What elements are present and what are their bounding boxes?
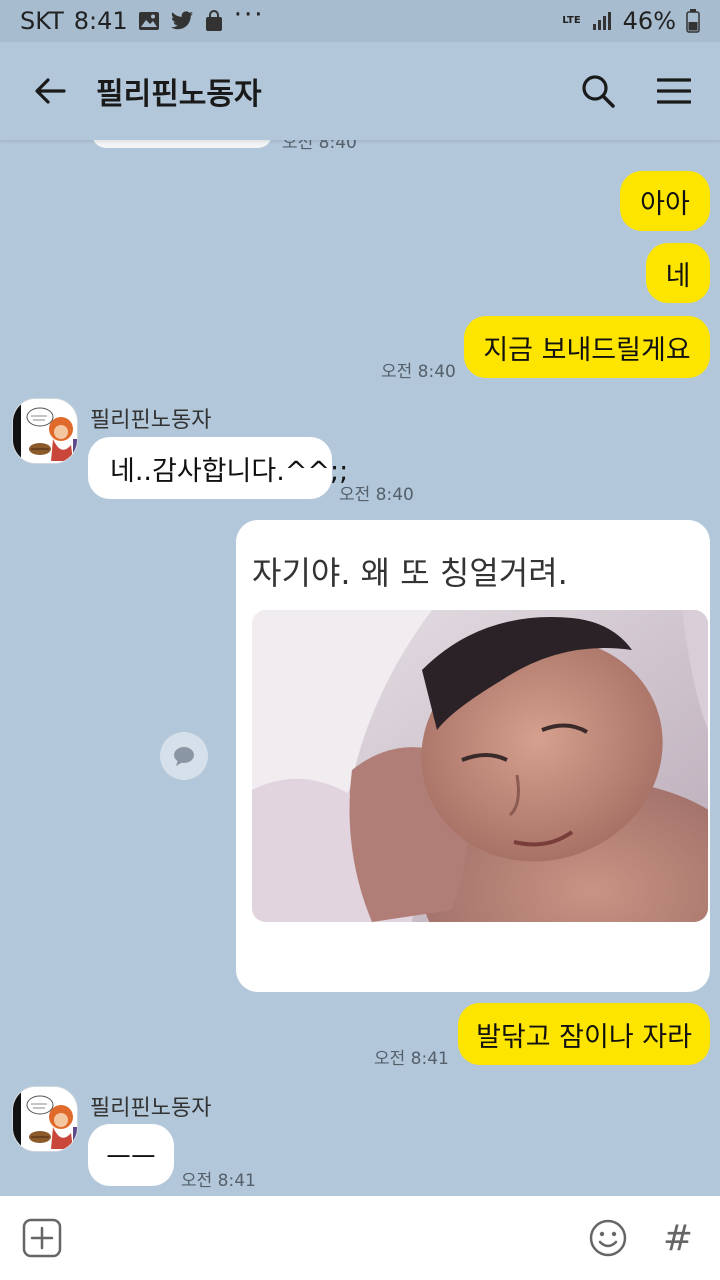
twitter-icon xyxy=(170,11,194,31)
search-button[interactable] xyxy=(578,71,618,111)
sender-name: 필리핀노동자 xyxy=(90,408,212,433)
message-time: 오전 8:40 xyxy=(381,362,456,382)
gallery-icon xyxy=(138,11,160,31)
chat-area[interactable]: 오전 8:40 아아 네 오전 8:40 지금 보내드릴게요 필리핀노동자 네.… xyxy=(0,140,720,1196)
message-time: 오전 8:40 xyxy=(339,485,414,505)
hash-button[interactable]: # xyxy=(658,1217,698,1259)
back-button[interactable] xyxy=(30,71,70,111)
my-message-bubble[interactable]: 발닦고 잠이나 자라 xyxy=(458,1003,710,1065)
message-time: 오전 8:40 xyxy=(282,140,357,153)
status-right: LTE 46% xyxy=(562,7,700,35)
input-bar: # xyxy=(0,1196,720,1280)
message-time: 오전 8:41 xyxy=(374,1049,449,1069)
attach-button[interactable] xyxy=(22,1218,62,1258)
image-caption: 자기야. 왜 또 칭얼거려. xyxy=(252,554,568,592)
sender-name: 필리핀노동자 xyxy=(90,1096,212,1121)
speech-bubble-icon xyxy=(174,747,194,766)
smiley-icon xyxy=(589,1219,627,1257)
input-actions: # xyxy=(588,1217,698,1259)
previous-message-bubble[interactable] xyxy=(92,140,272,148)
signal-icon xyxy=(591,11,613,31)
plus-square-icon xyxy=(22,1218,62,1258)
status-bar: SKT 8:41 ··· LTE 46% xyxy=(0,0,720,42)
battery-percent: 46% xyxy=(622,7,676,35)
status-left: SKT 8:41 ··· xyxy=(20,0,264,36)
clock-time: 8:41 xyxy=(73,7,128,35)
other-message-bubble[interactable]: 네..감사합니다.^^;; xyxy=(88,437,348,499)
other-message-bubble[interactable]: ㅡㅡ xyxy=(88,1124,174,1186)
lte-label: LTE xyxy=(562,15,581,26)
header-actions xyxy=(578,71,694,111)
my-message-bubble[interactable]: 네 xyxy=(646,243,710,303)
search-icon xyxy=(582,75,615,108)
shopping-bag-icon xyxy=(204,10,224,32)
my-message-bubble[interactable]: 아아 xyxy=(620,171,710,231)
arrow-left-icon xyxy=(35,78,66,104)
menu-button[interactable] xyxy=(654,71,694,111)
chat-title: 필리핀노동자 xyxy=(96,77,262,112)
message-time: 오전 8:41 xyxy=(181,1171,256,1191)
share-button[interactable] xyxy=(160,732,208,780)
lte-icon: LTE xyxy=(562,16,580,26)
menu-icon xyxy=(657,78,691,104)
avatar[interactable] xyxy=(12,1086,78,1152)
photo xyxy=(252,610,708,922)
battery-icon xyxy=(686,9,700,33)
more-notifications-icon: ··· xyxy=(233,0,265,30)
carrier-label: SKT xyxy=(20,7,64,35)
emoji-button[interactable] xyxy=(588,1218,628,1258)
chat-header: 필리핀노동자 xyxy=(0,42,720,140)
avatar[interactable] xyxy=(12,398,78,464)
hash-icon: # xyxy=(662,1217,694,1259)
my-message-bubble[interactable]: 지금 보내드릴게요 xyxy=(464,316,710,378)
image-message[interactable]: 자기야. 왜 또 칭얼거려. xyxy=(236,520,710,992)
